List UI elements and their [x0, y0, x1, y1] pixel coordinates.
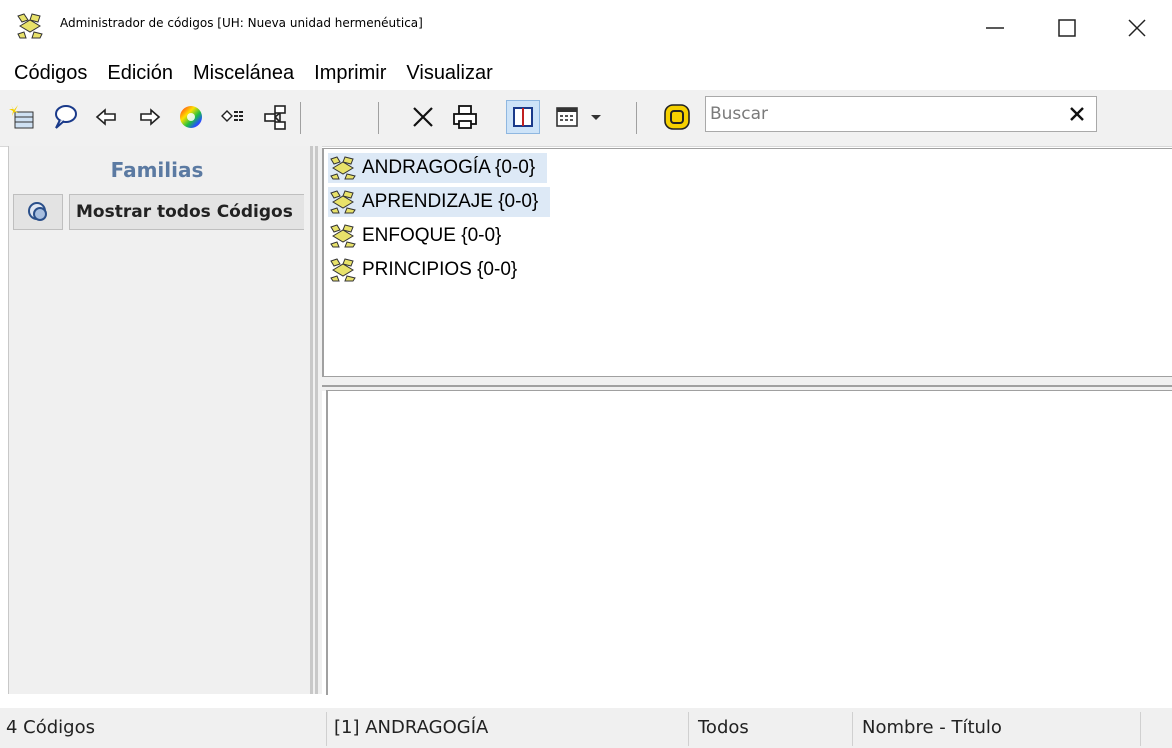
split-view-icon — [513, 107, 533, 127]
forward-arrow-icon — [140, 108, 161, 126]
code-mode-icon — [664, 104, 690, 130]
calendar-view-icon — [556, 107, 578, 127]
calendar-view-button[interactable] — [550, 100, 584, 134]
status-separator — [1140, 712, 1141, 746]
code-filter-button[interactable] — [216, 100, 250, 134]
families-filter-button[interactable] — [13, 194, 63, 230]
back-arrow-icon — [95, 108, 116, 126]
view-dropdown-button[interactable] — [586, 100, 606, 134]
menu-bar: Códigos Edición Miscelánea Imprimir Visu… — [0, 56, 1172, 90]
code-item-enfoque[interactable]: ENFOQUE {0-0} — [328, 221, 513, 251]
search-clear-button[interactable] — [1066, 103, 1088, 125]
menu-imprimir[interactable]: Imprimir — [306, 62, 394, 85]
network-icon — [264, 105, 286, 130]
code-icon — [330, 190, 356, 214]
delete-icon — [413, 107, 433, 127]
window-title: Administrador de códigos [UH: Nueva unid… — [60, 16, 423, 30]
menu-edicion[interactable]: Edición — [99, 62, 181, 85]
forward-button[interactable] — [132, 100, 166, 134]
code-label: ENFOQUE {0-0} — [362, 225, 502, 246]
split-view-button[interactable] — [506, 100, 540, 134]
menu-visualizar[interactable]: Visualizar — [398, 62, 500, 85]
search-input[interactable] — [710, 99, 1050, 129]
new-code-button[interactable] — [6, 100, 40, 134]
color-button[interactable] — [174, 100, 208, 134]
back-button[interactable] — [90, 100, 124, 134]
comment-icon — [55, 105, 77, 129]
print-icon — [453, 105, 477, 129]
maximize-icon — [1058, 19, 1076, 37]
dropdown-arrow-icon — [591, 115, 601, 120]
status-separator — [326, 712, 327, 746]
color-wheel-icon — [180, 106, 202, 128]
status-separator — [852, 712, 853, 746]
show-all-codes-button[interactable]: Mostrar todos Códigos — [69, 194, 305, 230]
minimize-icon — [986, 27, 1004, 29]
comment-button[interactable] — [48, 100, 82, 134]
families-icon — [28, 202, 47, 221]
close-icon — [1128, 19, 1146, 37]
code-icon — [330, 156, 356, 180]
codes-list: ANDRAGOGÍA {0-0} APRENDIZAJE {0-0} ENFOQ… — [322, 148, 1172, 377]
status-sort: Nombre - Título — [862, 717, 1002, 738]
code-label: APRENDIZAJE {0-0} — [362, 191, 539, 212]
code-manager-window: Administrador de códigos [UH: Nueva unid… — [0, 0, 1172, 748]
toolbar-separator — [378, 102, 379, 134]
code-item-aprendizaje[interactable]: APRENDIZAJE {0-0} — [328, 187, 551, 217]
clear-icon — [1070, 107, 1084, 121]
code-mode-button[interactable] — [660, 100, 694, 134]
search-box — [705, 96, 1097, 132]
code-icon — [330, 258, 356, 282]
network-button[interactable] — [258, 100, 292, 134]
code-label: PRINCIPIOS {0-0} — [362, 259, 518, 280]
status-bar: 4 Códigos [1] ANDRAGOGÍA Todos Nombre - … — [0, 708, 1172, 748]
vertical-splitter[interactable] — [304, 146, 322, 694]
toolbar — [0, 90, 1172, 147]
menu-miscelanea[interactable]: Miscelánea — [185, 62, 302, 85]
title-bar: Administrador de códigos [UH: Nueva unid… — [0, 0, 1172, 56]
toolbar-separator — [300, 102, 301, 134]
close-button[interactable] — [1102, 0, 1172, 56]
maximize-button[interactable] — [1032, 0, 1102, 56]
status-separator — [688, 712, 689, 746]
status-filter: Todos — [698, 717, 749, 738]
delete-button[interactable] — [406, 100, 440, 134]
code-filter-icon — [221, 110, 243, 122]
new-code-icon — [9, 105, 34, 129]
code-manager-icon — [17, 13, 43, 39]
code-item-principios[interactable]: PRINCIPIOS {0-0} — [328, 255, 529, 285]
toolbar-separator — [636, 102, 637, 134]
menu-codigos[interactable]: Códigos — [6, 62, 95, 85]
code-item-andragogia[interactable]: ANDRAGOGÍA {0-0} — [328, 153, 548, 183]
comment-editor[interactable] — [326, 390, 1172, 695]
print-button[interactable] — [448, 100, 482, 134]
code-label: ANDRAGOGÍA {0-0} — [362, 157, 536, 178]
code-icon — [330, 224, 356, 248]
minimize-button[interactable] — [960, 0, 1030, 56]
families-title: Familias — [110, 158, 204, 182]
families-panel: Familias Mostrar todos Códigos — [8, 146, 305, 694]
horizontal-splitter[interactable] — [322, 376, 1172, 391]
status-code-count: 4 Códigos — [6, 717, 95, 738]
status-current-code: [1] ANDRAGOGÍA — [334, 717, 489, 738]
